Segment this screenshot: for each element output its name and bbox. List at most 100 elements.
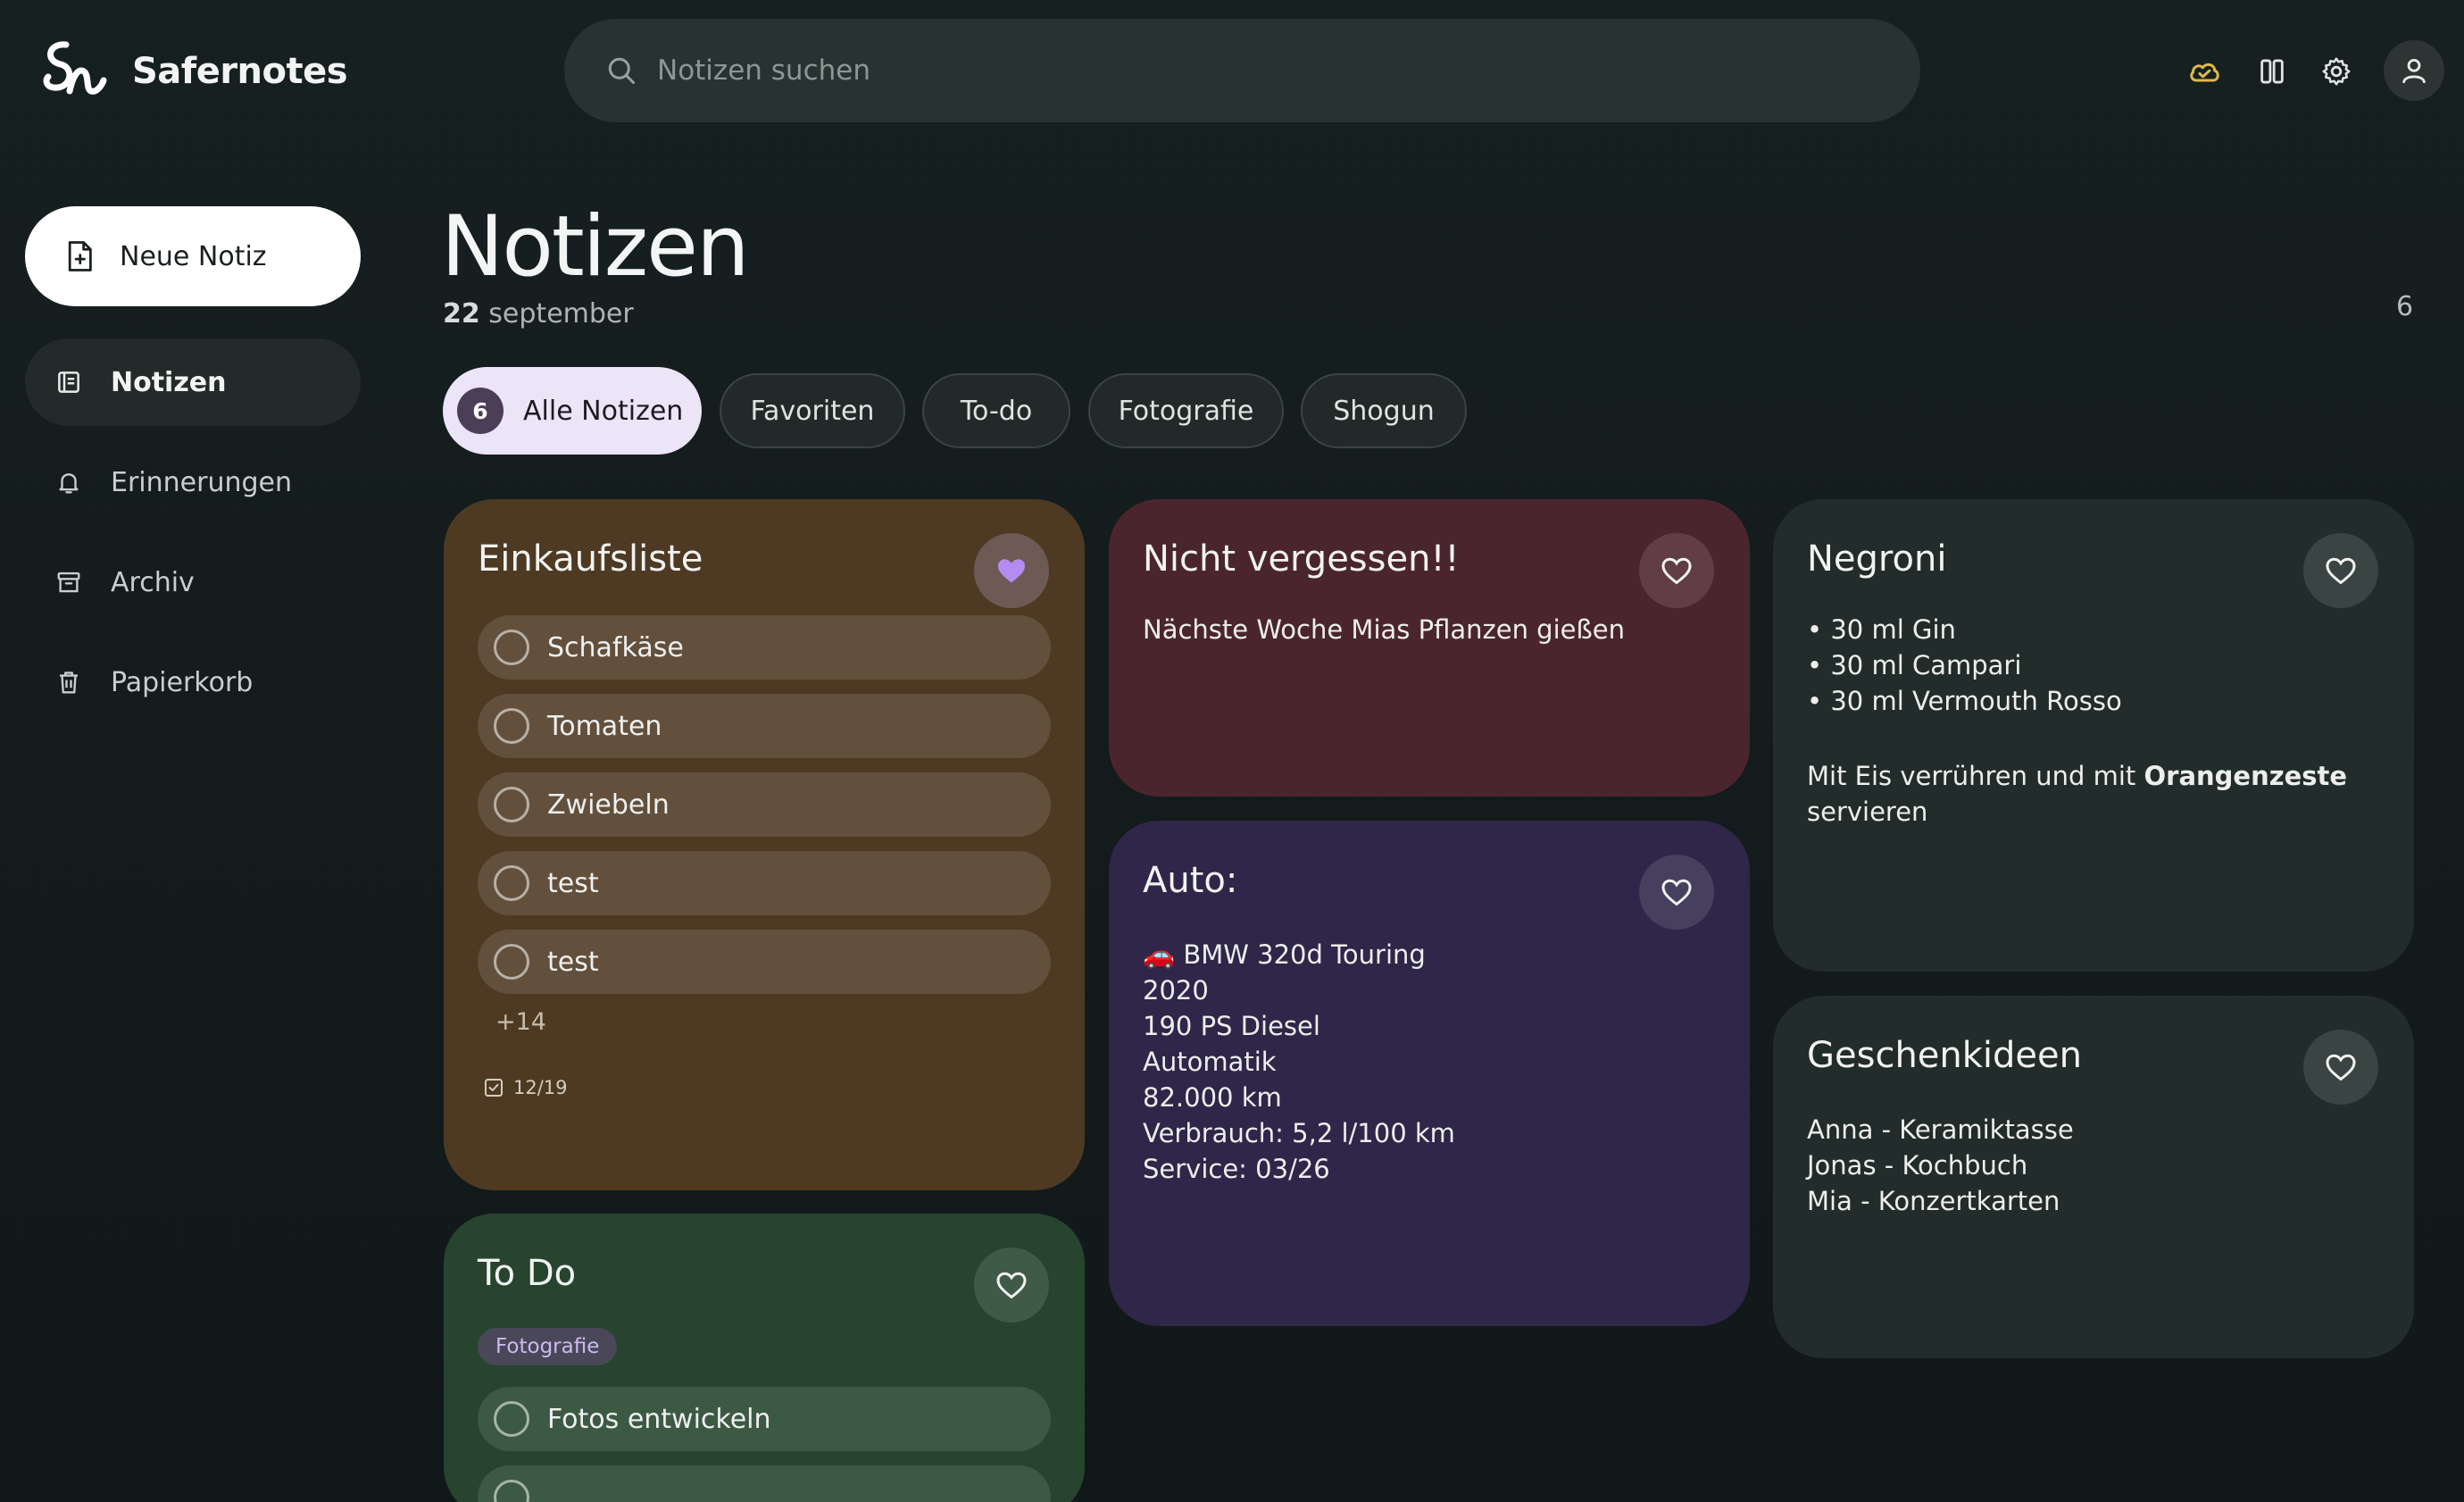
todo-item[interactable]: Tomaten bbox=[478, 694, 1051, 758]
todo-item[interactable]: test bbox=[478, 930, 1051, 994]
todo-label: Zwiebeln bbox=[547, 789, 670, 821]
count-badge: 6 bbox=[457, 388, 504, 434]
filter-chip-shogun[interactable]: Shogun bbox=[1301, 373, 1467, 448]
new-note-button[interactable]: Neue Notiz bbox=[25, 206, 361, 306]
note-line: Verbrauch: 5,2 l/100 km bbox=[1143, 1118, 1455, 1148]
notes-icon bbox=[54, 367, 84, 397]
sidebar-item-label: Notizen bbox=[111, 366, 227, 398]
checkbox-circle-icon[interactable] bbox=[494, 865, 529, 901]
sidebar-item-notizen[interactable]: Notizen bbox=[25, 338, 361, 426]
note-line: Mia - Konzertkarten bbox=[1807, 1186, 2060, 1216]
note-line: • 30 ml Vermouth Rosso bbox=[1807, 686, 2122, 716]
trash-icon bbox=[54, 667, 84, 697]
filter-chip-alle-notizen[interactable]: 6 Alle Notizen bbox=[443, 367, 702, 455]
search-input[interactable] bbox=[657, 54, 1818, 87]
todo-item[interactable]: test bbox=[478, 851, 1051, 915]
todo-item[interactable]: Schafkäse bbox=[478, 615, 1051, 680]
sidebar-item-label: Papierkorb bbox=[111, 666, 254, 698]
filter-chip-fotografie[interactable]: Fotografie bbox=[1088, 373, 1284, 448]
search-icon bbox=[608, 57, 635, 84]
progress-indicator: 12/19 bbox=[483, 1077, 1051, 1098]
sidebar-item-archiv[interactable]: Archiv bbox=[25, 538, 361, 626]
filter-chip-favoriten[interactable]: Favoriten bbox=[720, 373, 905, 448]
note-line: • 30 ml Campari bbox=[1807, 650, 2022, 680]
note-line: servieren bbox=[1807, 797, 1928, 827]
todo-label: Fotos entwickeln bbox=[547, 1403, 771, 1435]
settings-button[interactable] bbox=[2314, 49, 2359, 94]
sidebar-item-erinnerungen[interactable]: Erinnerungen bbox=[25, 438, 361, 526]
favorite-button[interactable] bbox=[2303, 1030, 2378, 1105]
note-body: • 30 ml Gin • 30 ml Campari • 30 ml Verm… bbox=[1807, 612, 2380, 830]
category-tag[interactable]: Fotografie bbox=[478, 1328, 618, 1365]
heart-outline-icon bbox=[1661, 879, 1692, 906]
note-line: 190 PS Diesel bbox=[1143, 1011, 1320, 1041]
note-line: Automatik bbox=[1143, 1047, 1277, 1077]
todo-item[interactable]: Fotos entwickeln bbox=[478, 1387, 1051, 1451]
favorite-button[interactable] bbox=[974, 533, 1049, 608]
favorite-button[interactable] bbox=[1639, 855, 1714, 930]
cloud-sync-icon bbox=[2190, 63, 2219, 82]
todo-label: test bbox=[547, 867, 599, 899]
heart-outline-icon bbox=[2326, 1054, 2356, 1081]
app-name: Safernotes bbox=[132, 51, 348, 92]
search-bar[interactable] bbox=[564, 19, 1920, 122]
brand[interactable]: Safernotes bbox=[39, 36, 348, 107]
user-avatar-icon bbox=[2402, 58, 2426, 84]
note-line: 82.000 km bbox=[1143, 1082, 1282, 1113]
bold-text: Orangenzeste bbox=[2144, 761, 2348, 791]
new-file-icon bbox=[68, 241, 92, 271]
chip-label: Shogun bbox=[1333, 395, 1435, 427]
note-body: Anna - Keramiktasse Jonas - Kochbuch Mia… bbox=[1807, 1112, 2380, 1219]
todo-label: test bbox=[547, 946, 599, 978]
columns-view-icon bbox=[2260, 59, 2284, 84]
heart-outline-icon bbox=[2326, 557, 2356, 585]
note-card-geschenkideen[interactable]: Geschenkideen Anna - Keramiktasse Jonas … bbox=[1773, 996, 2414, 1358]
page-date: 22 september bbox=[443, 298, 634, 330]
checkbox-circle-icon[interactable] bbox=[494, 1401, 529, 1437]
bell-icon bbox=[54, 467, 84, 497]
checkbox-circle-icon[interactable] bbox=[494, 708, 529, 744]
chip-label: Alle Notizen bbox=[523, 395, 684, 427]
settings-gear-icon bbox=[2322, 57, 2351, 86]
heart-outline-icon bbox=[996, 1272, 1027, 1299]
date-day: 22 bbox=[443, 298, 480, 330]
car-emoji-icon: 🚗 bbox=[1143, 939, 1176, 970]
note-card-auto[interactable]: Auto: 🚗 BMW 320d Touring 2020 190 PS Die… bbox=[1109, 821, 1750, 1326]
note-card-einkaufsliste[interactable]: Einkaufsliste Schafkäse Tomaten Zwiebeln… bbox=[444, 499, 1085, 1190]
todo-label: Schafkäse bbox=[547, 631, 684, 663]
note-line: Mit Eis verrühren und mit Orangenzeste bbox=[1807, 761, 2348, 791]
note-line: • 30 ml Gin bbox=[1807, 614, 1956, 645]
note-count: 6 bbox=[2396, 291, 2414, 322]
todo-item[interactable]: Zwiebeln bbox=[478, 772, 1051, 837]
filter-chip-to-do[interactable]: To-do bbox=[922, 373, 1070, 448]
note-title: Negroni bbox=[1807, 538, 1947, 580]
cloud-sync-button[interactable] bbox=[2182, 49, 2227, 94]
sidebar-item-label: Archiv bbox=[111, 566, 195, 598]
favorite-button[interactable] bbox=[974, 1247, 1049, 1323]
checkbox-circle-icon[interactable] bbox=[494, 630, 529, 665]
checkbox-circle-icon[interactable] bbox=[494, 1480, 529, 1502]
sidebar-item-papierkorb[interactable]: Papierkorb bbox=[25, 638, 361, 726]
note-card-negroni[interactable]: Negroni • 30 ml Gin • 30 ml Campari • 30… bbox=[1773, 499, 2414, 972]
safernotes-logo-icon bbox=[43, 41, 107, 95]
favorite-button[interactable] bbox=[1639, 533, 1714, 608]
todo-label: Tomaten bbox=[547, 710, 662, 742]
new-note-label: Neue Notiz bbox=[120, 240, 267, 272]
note-title: To Do bbox=[478, 1253, 577, 1294]
todo-item[interactable] bbox=[478, 1465, 1051, 1502]
heart-filled-icon bbox=[998, 559, 1025, 583]
note-line: 🚗 BMW 320d Touring bbox=[1143, 939, 1426, 970]
checkbox-circle-icon[interactable] bbox=[494, 944, 529, 980]
note-card-nicht-vergessen[interactable]: Nicht vergessen!! Nächste Woche Mias Pfl… bbox=[1109, 499, 1750, 797]
chip-label: To-do bbox=[960, 395, 1033, 427]
heart-outline-icon bbox=[1661, 557, 1692, 585]
user-avatar-button[interactable] bbox=[2384, 40, 2444, 101]
checkbox-checked-icon bbox=[485, 1079, 503, 1097]
checkbox-circle-icon[interactable] bbox=[494, 787, 529, 822]
note-title: Auto: bbox=[1143, 860, 1238, 901]
chip-label: Fotografie bbox=[1118, 395, 1254, 427]
columns-view-button[interactable] bbox=[2250, 49, 2294, 94]
note-line: 2020 bbox=[1143, 975, 1209, 1006]
favorite-button[interactable] bbox=[2303, 533, 2378, 608]
note-card-to-do[interactable]: To Do Fotografie Fotos entwickeln bbox=[444, 1214, 1085, 1502]
